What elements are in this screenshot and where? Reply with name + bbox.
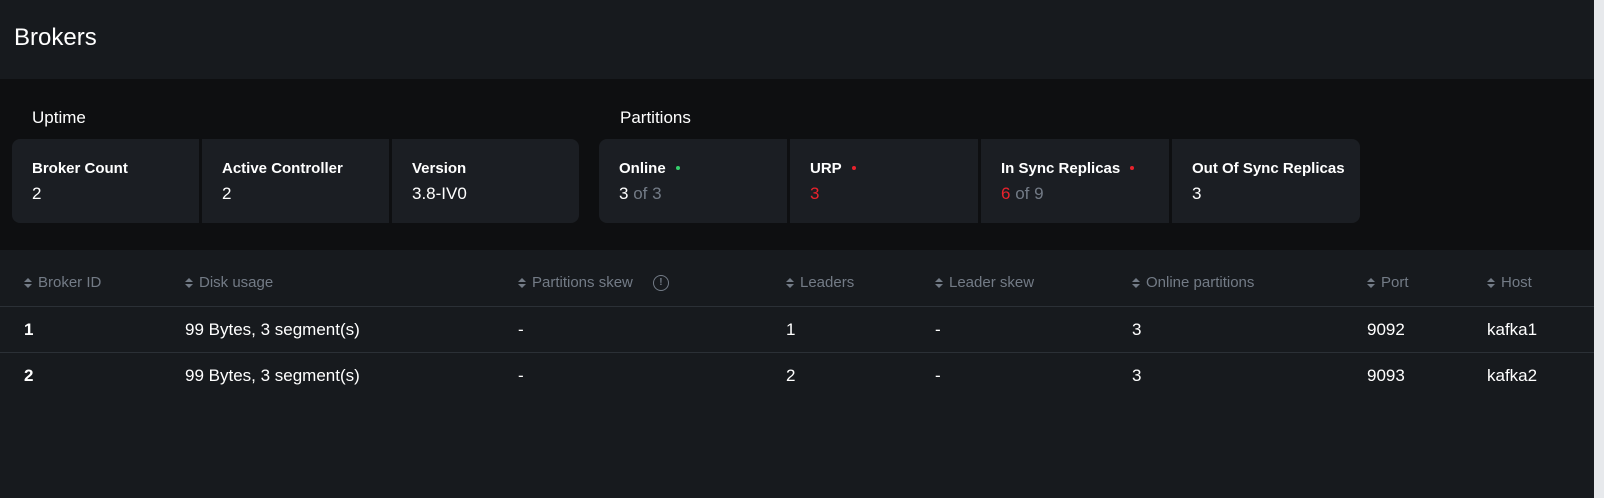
sort-icon	[24, 277, 32, 288]
table-row: 2 99 Bytes, 3 segment(s) - 2 - 3 9093 ka…	[0, 353, 1594, 399]
column-header-broker-id[interactable]: Broker ID	[24, 258, 101, 307]
online-status-dot-icon	[675, 165, 680, 170]
main-content: Brokers Uptime Partitions Broker Count 2…	[0, 0, 1594, 498]
in-sync-replicas-card: In Sync Replicas 6 of 9	[981, 139, 1169, 223]
version-card: Version 3.8-IV0	[392, 139, 579, 223]
uptime-cards: Broker Count 2 Active Controller 2 Versi…	[12, 139, 579, 223]
broker-count-card: Broker Count 2	[12, 139, 199, 223]
leader-skew-cell: -	[935, 320, 941, 339]
out-of-sync-replicas-value: 3	[1192, 184, 1202, 203]
brokers-table: Broker ID Disk usage Partitions skew ! L…	[0, 258, 1594, 399]
page-header: Brokers	[0, 0, 1594, 79]
sort-icon	[1132, 277, 1140, 288]
disk-usage-cell: 99 Bytes, 3 segment(s)	[185, 320, 360, 339]
column-header-label: Partitions skew	[532, 274, 633, 291]
port-cell: 9092	[1367, 320, 1405, 339]
out-of-sync-replicas-card: Out Of Sync Replicas 3	[1172, 139, 1360, 223]
column-header-label: Broker ID	[38, 274, 102, 291]
broker-count-label: Broker Count	[32, 160, 128, 177]
port-cell: 9093	[1367, 366, 1405, 385]
sort-icon	[1367, 277, 1375, 288]
online-partitions-cell: 3	[1132, 320, 1142, 339]
partitions-skew-cell: -	[518, 320, 524, 339]
active-controller-value: 2	[222, 184, 232, 203]
urp-status-dot-icon	[851, 165, 856, 170]
broker-id-link[interactable]: 1	[24, 307, 33, 353]
out-of-sync-replicas-label: Out Of Sync Replicas	[1192, 160, 1345, 177]
table-header: Broker ID Disk usage Partitions skew ! L…	[0, 258, 1594, 307]
leader-skew-cell: -	[935, 366, 941, 385]
table-row: 1 99 Bytes, 3 segment(s) - 1 - 3 9092 ka…	[0, 307, 1594, 353]
urp-card: URP 3	[790, 139, 978, 223]
disk-usage-cell: 99 Bytes, 3 segment(s)	[185, 366, 360, 385]
leaders-cell: 1	[786, 320, 796, 339]
column-header-leader-skew[interactable]: Leader skew	[935, 258, 1034, 307]
column-header-port[interactable]: Port	[1367, 258, 1409, 307]
column-header-label: Leader skew	[949, 274, 1035, 291]
info-icon[interactable]: !	[652, 274, 669, 291]
partitions-group-title: Partitions	[620, 108, 691, 127]
host-cell: kafka1	[1487, 320, 1538, 339]
version-label: Version	[412, 160, 467, 177]
in-sync-replicas-label: In Sync Replicas	[1001, 160, 1121, 177]
in-sync-status-dot-icon	[1130, 165, 1135, 170]
metrics-panel: Uptime Partitions Broker Count 2 Active …	[0, 79, 1594, 250]
column-header-label: Leaders	[800, 274, 855, 291]
online-card: Online 3 of 3	[599, 139, 787, 223]
column-header-label: Online partitions	[1146, 274, 1255, 291]
active-controller-card: Active Controller 2	[202, 139, 389, 223]
column-header-online-partitions[interactable]: Online partitions	[1132, 258, 1254, 307]
column-header-label: Disk usage	[199, 274, 274, 291]
online-total: of 3	[633, 184, 662, 203]
column-header-label: Port	[1381, 274, 1409, 291]
online-partitions-cell: 3	[1132, 366, 1142, 385]
urp-label: URP	[810, 160, 842, 177]
sort-icon	[786, 277, 794, 288]
partitions-cards: Online 3 of 3 URP 3 In Sync Replicas 6 o…	[599, 139, 1360, 223]
brokers-page: Brokers Uptime Partitions Broker Count 2…	[0, 0, 1604, 498]
sort-icon	[518, 277, 526, 288]
page-title: Brokers	[14, 23, 97, 51]
broker-id-link[interactable]: 2	[24, 353, 33, 399]
leaders-cell: 2	[786, 366, 796, 385]
active-controller-label: Active Controller	[222, 160, 343, 177]
column-header-label: Host	[1501, 274, 1532, 291]
column-header-disk-usage[interactable]: Disk usage	[185, 258, 273, 307]
column-header-partitions-skew[interactable]: Partitions skew !	[518, 258, 669, 307]
in-sync-replicas-value: 6	[1001, 184, 1011, 203]
version-value: 3.8-IV0	[412, 184, 467, 203]
page-scrollbar[interactable]	[1594, 0, 1604, 498]
sort-icon	[185, 277, 193, 288]
uptime-group-title: Uptime	[32, 108, 86, 127]
host-cell: kafka2	[1487, 366, 1538, 385]
urp-value: 3	[810, 184, 820, 203]
online-value: 3	[619, 184, 629, 203]
column-header-leaders[interactable]: Leaders	[786, 258, 854, 307]
online-label: Online	[619, 160, 666, 177]
in-sync-replicas-total: of 9	[1015, 184, 1044, 203]
column-header-host[interactable]: Host	[1487, 258, 1532, 307]
sort-icon	[1487, 277, 1495, 288]
broker-count-value: 2	[32, 184, 42, 203]
partitions-skew-cell: -	[518, 366, 524, 385]
sort-icon	[935, 277, 943, 288]
